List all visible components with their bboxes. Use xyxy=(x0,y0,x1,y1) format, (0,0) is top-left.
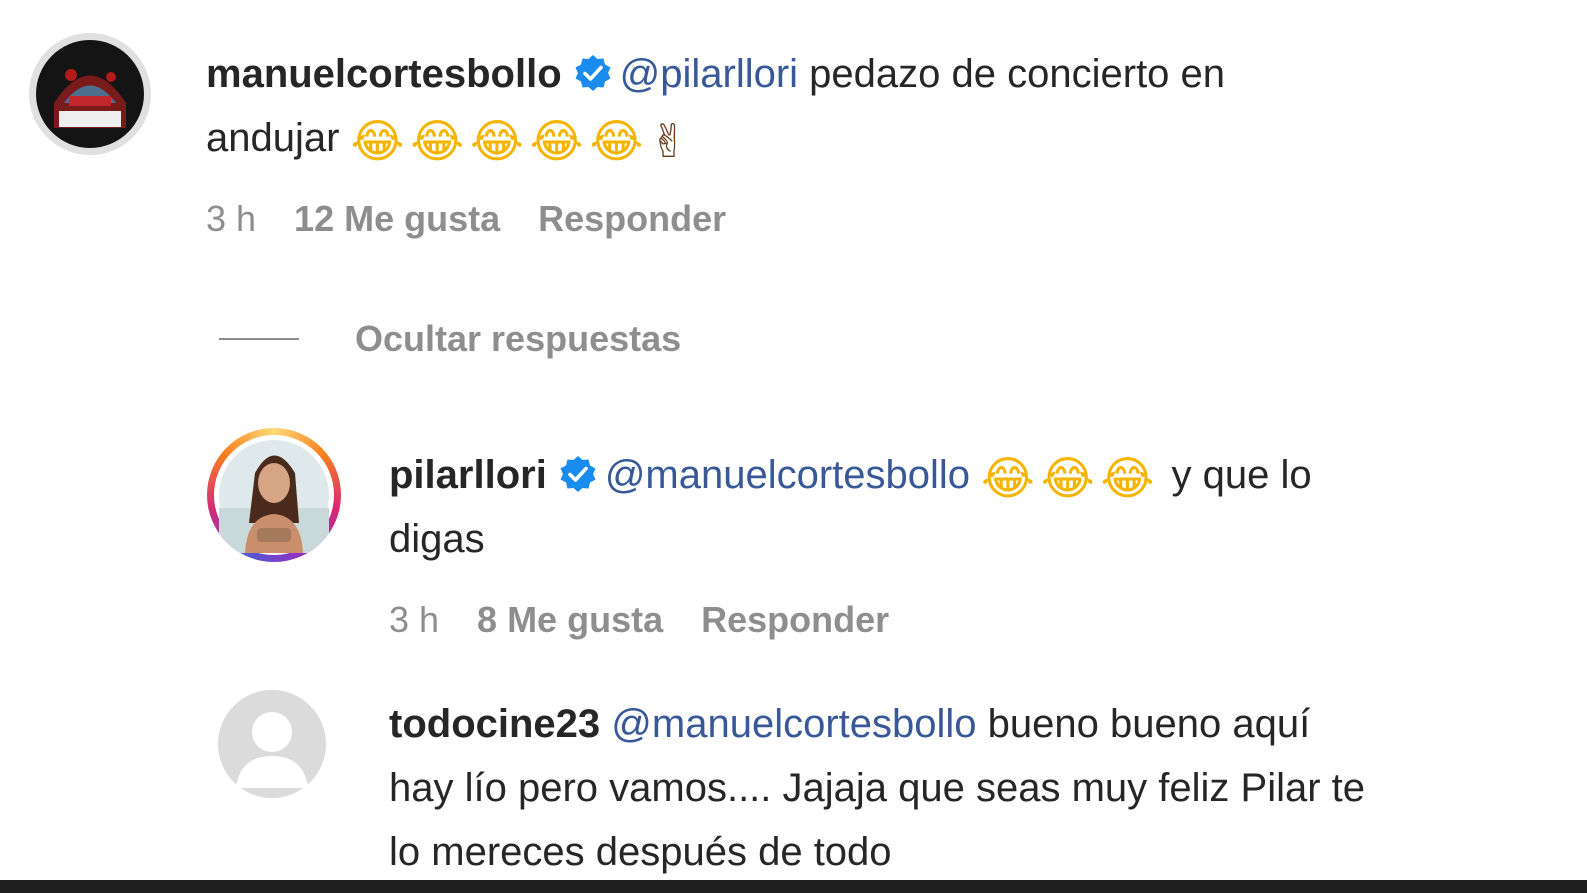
mention-link[interactable]: @manuelcortesbollo xyxy=(611,702,976,746)
comment-text: hay lío pero vamos.... Jajaja que seas m… xyxy=(389,766,1366,810)
comment-text: bueno bueno aquí xyxy=(987,702,1311,746)
avatar-manuelcortesbollo[interactable] xyxy=(29,33,151,155)
mention-link[interactable]: @manuelcortesbollo xyxy=(605,453,970,497)
laughing-emoji-icon: 😂 xyxy=(470,114,524,168)
mention-link[interactable]: @pilarllori xyxy=(620,52,798,96)
laughing-emoji-icon: 😂 xyxy=(410,114,465,168)
victory-hand-emoji-icon: ✌ xyxy=(649,114,688,168)
reply-button[interactable]: Responder xyxy=(538,198,726,239)
comment-username[interactable]: todocine23 xyxy=(389,702,600,746)
avatar-image xyxy=(29,33,151,155)
comment-text: y que lo xyxy=(1171,453,1312,497)
comment-meta: 3 h 12 Me gusta Responder xyxy=(206,198,764,240)
default-avatar-icon[interactable] xyxy=(218,690,326,798)
laughing-emoji-icon: 😂 xyxy=(981,451,1035,505)
verified-badge-icon xyxy=(574,47,612,91)
hide-replies-button[interactable]: Ocultar respuestas xyxy=(219,318,681,360)
comment-text: lo mereces después de todo xyxy=(389,830,892,874)
laughing-emoji-icon: 😂 xyxy=(1040,451,1095,505)
reply-button[interactable]: Responder xyxy=(701,599,889,640)
likes-count[interactable]: 8 Me gusta xyxy=(477,599,663,640)
comment-username[interactable]: manuelcortesbollo xyxy=(206,52,562,96)
laughing-emoji-icon: 😂 xyxy=(589,114,644,168)
comment-meta: 3 h 8 Me gusta Responder xyxy=(389,599,927,641)
comment-time: 3 h xyxy=(389,599,440,640)
comment-text: digas xyxy=(389,517,485,561)
avatar-image xyxy=(214,435,334,555)
bottom-edge-bar xyxy=(0,880,1587,893)
comment-time: 3 h xyxy=(206,198,257,239)
avatar-placeholder xyxy=(218,690,326,798)
hide-replies-label: Ocultar respuestas xyxy=(355,318,682,359)
divider-line xyxy=(219,338,299,340)
laughing-emoji-icon: 😂 xyxy=(350,114,405,168)
comment-username[interactable]: pilarllori xyxy=(389,453,547,497)
laughing-emoji-icon: 😂 xyxy=(1100,451,1155,505)
avatar-pilarllori[interactable] xyxy=(207,428,341,562)
laughing-emoji-icon: 😂 xyxy=(529,114,584,168)
comment-text: pedazo de concierto en xyxy=(809,52,1226,96)
comment-text: andujar xyxy=(206,116,340,160)
likes-count[interactable]: 12 Me gusta xyxy=(294,198,500,239)
verified-badge-icon xyxy=(559,448,597,492)
